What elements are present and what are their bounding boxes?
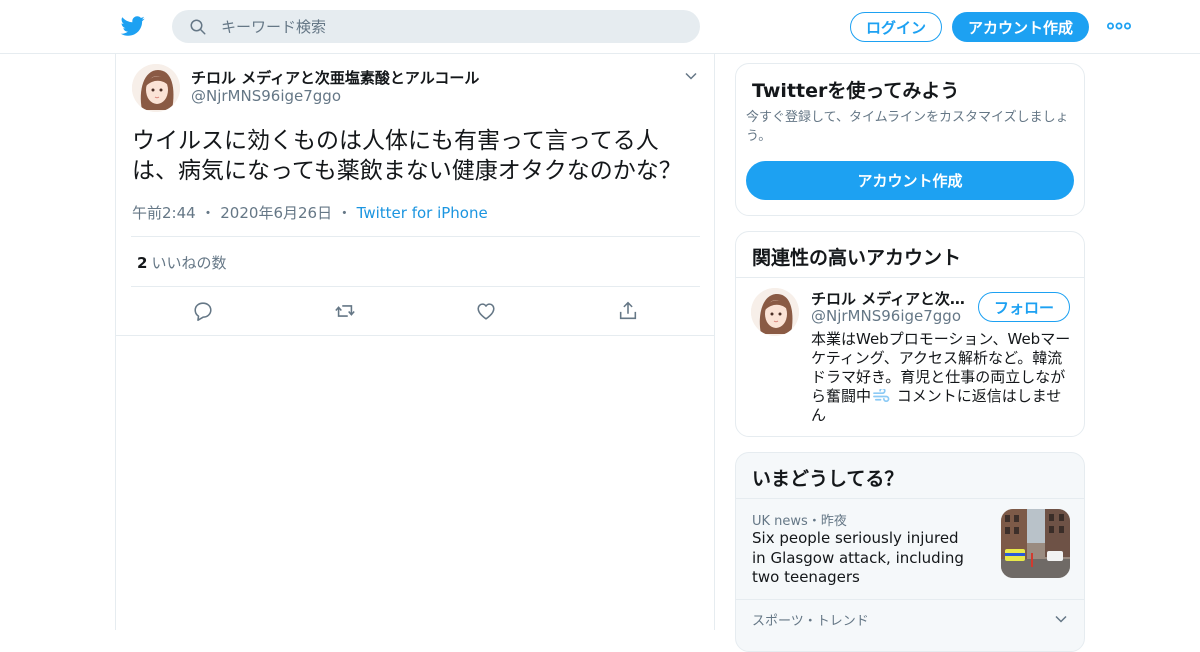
meta-separator: ・ <box>200 204 216 222</box>
reply-icon[interactable] <box>192 300 214 322</box>
trend-source: UK news・昨夜 <box>752 514 847 529</box>
trends-title: いまどうしてる？ <box>752 468 904 490</box>
search-input[interactable] <box>221 17 661 36</box>
author-handle[interactable]: @NjrMNS96ige7ggo <box>191 87 341 105</box>
related-account-avatar[interactable] <box>751 288 799 336</box>
signup-button[interactable]: アカウント作成 <box>952 12 1089 42</box>
tweet-text: ウイルスに効くものは人体にも有害って言ってる人は、病気になっても薬飲まない健康オ… <box>132 128 682 184</box>
meta-separator: ・ <box>336 204 352 222</box>
divider <box>736 498 1084 499</box>
tweet-metadata: 午前2:44 ・ 2020年6月26日 ・ Twitter for iPhone <box>132 202 488 223</box>
follow-button[interactable]: フォロー <box>978 292 1070 322</box>
author-avatar[interactable] <box>132 64 180 112</box>
likes-stat[interactable]: 2 いいねの数 <box>137 252 226 273</box>
related-account-bio: 本業はWebプロモーション、Webマーケティング、アクセス解析など。韓流ドラマ好… <box>811 330 1073 425</box>
tweet-detail-column: チロル メディアと次亜塩素酸とアルコール @NjrMNS96ige7ggo ウイ… <box>115 54 715 630</box>
signup-card-button[interactable]: アカウント作成 <box>746 161 1074 200</box>
tweet-date[interactable]: 2020年6月26日 <box>220 204 332 222</box>
divider <box>736 599 1084 600</box>
street-photo-icon <box>1001 509 1070 578</box>
tweet-time[interactable]: 午前2:44 <box>132 204 196 222</box>
trends-card: いまどうしてる？ UK news・昨夜 Six people seriously… <box>735 452 1085 652</box>
share-icon[interactable] <box>617 300 639 322</box>
trend-thumbnail-image[interactable] <box>1001 509 1070 578</box>
retweet-icon[interactable] <box>334 300 356 322</box>
related-accounts-title: 関連性の高いアカウント <box>752 247 962 269</box>
divider <box>131 236 700 237</box>
twitter-bird-logo-icon[interactable] <box>120 14 146 38</box>
related-account-handle[interactable]: @NjrMNS96ige7ggo <box>811 307 961 325</box>
signup-card-title: Twitterを使ってみよう <box>752 80 960 102</box>
signup-card-description: 今すぐ登録して、タイムラインをカスタマイズしましょう。 <box>746 110 1069 144</box>
tweet-source-link[interactable]: Twitter for iPhone <box>357 204 488 222</box>
divider <box>131 286 700 287</box>
top-navigation-bar: ログイン アカウント作成 <box>0 0 1200 54</box>
chevron-down-icon[interactable] <box>1054 612 1068 626</box>
chevron-down-icon[interactable] <box>684 69 698 83</box>
avatar-illustration-icon <box>751 288 799 336</box>
related-account-name[interactable]: チロル メディアと次亜塩素酸とアルコール <box>811 288 971 309</box>
login-button[interactable]: ログイン <box>850 12 942 42</box>
author-name[interactable]: チロル メディアと次亜塩素酸とアルコール <box>191 67 479 88</box>
likes-count: 2 <box>137 254 148 272</box>
search-icon <box>190 19 206 34</box>
related-accounts-card: 関連性の高いアカウント チロル メディアと次亜塩素酸とアルコール @NjrMNS… <box>735 231 1085 437</box>
likes-label: いいねの数 <box>151 254 227 272</box>
divider <box>736 277 1084 278</box>
trend-category[interactable]: スポーツ・トレンド <box>752 610 869 629</box>
signup-prompt-card: Twitterを使ってみよう 今すぐ登録して、タイムラインをカスタマイズしましょ… <box>735 63 1085 216</box>
dash-emoji-icon <box>873 389 890 403</box>
search-box[interactable] <box>172 10 700 43</box>
like-heart-icon[interactable] <box>475 300 497 322</box>
avatar-illustration-icon <box>132 64 180 112</box>
trend-headline[interactable]: Six people seriously injured in Glasgow … <box>752 529 974 588</box>
more-options-icon[interactable] <box>1107 18 1131 34</box>
divider <box>116 335 714 336</box>
